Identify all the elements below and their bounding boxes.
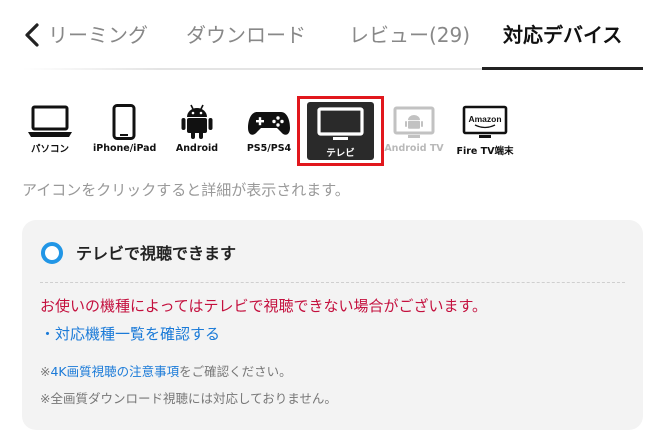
device-androidtv-label: Android TV: [384, 143, 444, 154]
device-firetv-label: Fire TV端末: [456, 146, 514, 157]
laptop-icon: [28, 105, 72, 137]
device-tv-label: テレビ: [326, 148, 355, 159]
android-robot-icon: [181, 104, 213, 139]
device-playstation-button[interactable]: PS5/PS4: [238, 104, 300, 174]
card-note-4k: ※4K画質視聴の注意事項をご確認ください。: [40, 361, 292, 380]
fire-tv-logo-text: Amazon: [468, 114, 501, 124]
device-playstation-label: PS5/PS4: [246, 143, 292, 154]
device-pc-button[interactable]: パソコン: [20, 104, 80, 174]
device-androidtv-button[interactable]: Android TV: [382, 104, 446, 174]
card-divider: [40, 282, 625, 283]
device-info-card: テレビで視聴できます お使いの機種によってはテレビで視聴できない場合がございます…: [22, 220, 643, 430]
supported-devices-link[interactable]: ・対応機種一覧を確認する: [40, 323, 220, 344]
tab-bar: リーミング ダウンロード レビュー(29) 対応デバイス: [0, 0, 665, 72]
device-iphone-label: iPhone/iPad: [93, 143, 157, 154]
note-4k-suffix: をご確認ください。: [179, 364, 292, 379]
tab-download[interactable]: ダウンロード: [186, 20, 306, 50]
device-android-button[interactable]: Android: [170, 104, 224, 174]
fire-tv-icon: Amazon: [462, 105, 508, 138]
tv-icon: [317, 107, 364, 140]
android-tv-icon: [393, 106, 435, 138]
device-firetv-button[interactable]: Amazon Fire TV端末: [455, 104, 515, 174]
gamepad-icon: [248, 112, 290, 135]
card-warning-text: お使いの機種によってはテレビで視聴できない場合がございます。: [40, 297, 488, 315]
device-iphone-button[interactable]: iPhone/iPad: [93, 104, 157, 174]
tab-review[interactable]: レビュー(29): [349, 20, 470, 50]
device-icon-row: パソコン iPhone/iPad Android PS5/PS4 テレビ And…: [0, 96, 665, 168]
smartphone-icon: [112, 104, 136, 140]
device-tv-tile: テレビ: [307, 102, 374, 160]
card-note-download: ※全画質ダウンロード視聴には対応しておりません。: [40, 391, 337, 406]
note-4k-link[interactable]: 4K画質視聴の注意事項: [50, 364, 179, 379]
tab-active-indicator: [482, 67, 643, 70]
tab-devices[interactable]: 対応デバイス: [503, 20, 622, 50]
device-pc-label: パソコン: [30, 144, 69, 155]
tab-bar-divider: [22, 68, 482, 70]
card-title: テレビで視聴できます: [76, 244, 237, 263]
circle-status-icon: [41, 242, 63, 264]
chevron-left-icon[interactable]: [22, 22, 42, 48]
tab-streaming[interactable]: リーミング: [48, 20, 148, 50]
device-android-label: Android: [175, 143, 219, 154]
note-4k-prefix: ※: [40, 364, 51, 379]
device-tv-button-selected[interactable]: テレビ: [297, 96, 384, 166]
device-hint-text: アイコンをクリックすると詳細が表示されます。: [22, 181, 350, 199]
